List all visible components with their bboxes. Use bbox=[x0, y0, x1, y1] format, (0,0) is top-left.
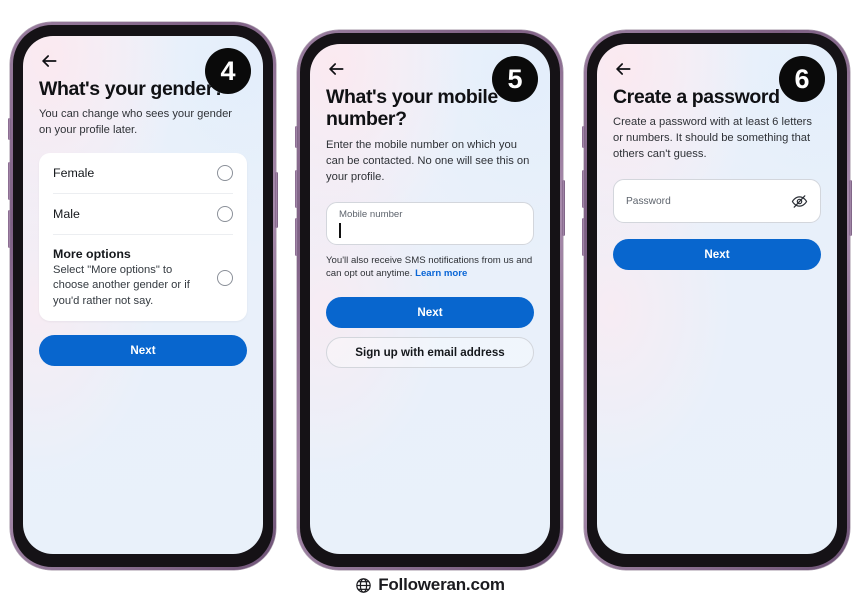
text-cursor bbox=[339, 223, 341, 239]
eye-off-icon[interactable] bbox=[791, 193, 808, 210]
phone-side-button bbox=[8, 118, 11, 140]
radio-button[interactable] bbox=[217, 206, 233, 223]
gender-options-card: Female Male More options Select "More op… bbox=[39, 153, 247, 321]
watermark-text: Followeran.com bbox=[378, 575, 505, 594]
signup-email-button[interactable]: Sign up with email address bbox=[326, 337, 534, 369]
gender-option-female[interactable]: Female bbox=[53, 153, 233, 195]
gender-option-male[interactable]: Male bbox=[53, 194, 233, 236]
sms-helper-text: You'll also receive SMS notifications fr… bbox=[326, 254, 534, 282]
phone-power-button bbox=[562, 180, 565, 236]
watermark: Followeran.com bbox=[0, 575, 860, 595]
phone-volume-down-button bbox=[8, 210, 11, 248]
next-button[interactable]: Next bbox=[613, 239, 821, 271]
radio-button[interactable] bbox=[217, 270, 233, 287]
page-subtitle: Create a password with at least 6 letter… bbox=[613, 116, 812, 161]
screen-create-password: 6 Create a password Create a password wi… bbox=[597, 44, 837, 554]
radio-button[interactable] bbox=[217, 165, 233, 182]
password-label: Password bbox=[626, 195, 671, 207]
step-badge-6: 6 bbox=[779, 56, 825, 102]
learn-more-link[interactable]: Learn more bbox=[415, 268, 467, 279]
phone-volume-down-button bbox=[582, 218, 585, 256]
screen-gender: 4 What's your gender? You can change who… bbox=[23, 36, 263, 554]
phone-side-button bbox=[582, 126, 585, 148]
phone-bezel: 4 What's your gender? You can change who… bbox=[13, 25, 273, 567]
phone-volume-up-button bbox=[8, 162, 11, 200]
phone-volume-up-button bbox=[582, 170, 585, 208]
screen-mobile-number: 5 What's your mobile number? Enter the m… bbox=[310, 44, 550, 554]
phone-mockup-gender: 4 What's your gender? You can change who… bbox=[8, 22, 278, 570]
phone-mockup-mobile-number: 5 What's your mobile number? Enter the m… bbox=[295, 30, 565, 570]
phone-power-button bbox=[849, 180, 852, 236]
gender-option-more[interactable]: More options Select "More options" to ch… bbox=[53, 235, 233, 321]
back-arrow-icon[interactable] bbox=[613, 59, 633, 79]
phone-side-button bbox=[295, 126, 298, 148]
phone-bezel: 5 What's your mobile number? Enter the m… bbox=[300, 33, 560, 567]
step-badge-4: 4 bbox=[205, 48, 251, 94]
globe-icon bbox=[356, 577, 371, 593]
gender-option-label: Female bbox=[53, 166, 95, 181]
back-arrow-icon[interactable] bbox=[39, 51, 59, 71]
step-badge-5: 5 bbox=[492, 56, 538, 102]
phone-volume-down-button bbox=[295, 218, 298, 256]
page-subtitle: You can change who sees your gender on y… bbox=[39, 108, 233, 137]
back-arrow-icon[interactable] bbox=[326, 59, 346, 79]
mobile-number-input[interactable]: Mobile number bbox=[326, 201, 534, 245]
gender-option-label: Male bbox=[53, 207, 80, 222]
gender-option-description: Select "More options" to choose another … bbox=[53, 264, 190, 307]
next-button[interactable]: Next bbox=[326, 297, 534, 329]
mobile-number-label: Mobile number bbox=[339, 208, 403, 220]
phone-mockup-create-password: 6 Create a password Create a password wi… bbox=[582, 30, 852, 570]
gender-option-label: More options bbox=[53, 247, 131, 262]
phone-power-button bbox=[275, 172, 278, 228]
page-subtitle: Enter the mobile number on which you can… bbox=[326, 138, 530, 183]
phone-bezel: 6 Create a password Create a password wi… bbox=[587, 33, 847, 567]
phone-volume-up-button bbox=[295, 170, 298, 208]
password-input[interactable]: Password bbox=[613, 179, 821, 224]
next-button[interactable]: Next bbox=[39, 334, 247, 366]
